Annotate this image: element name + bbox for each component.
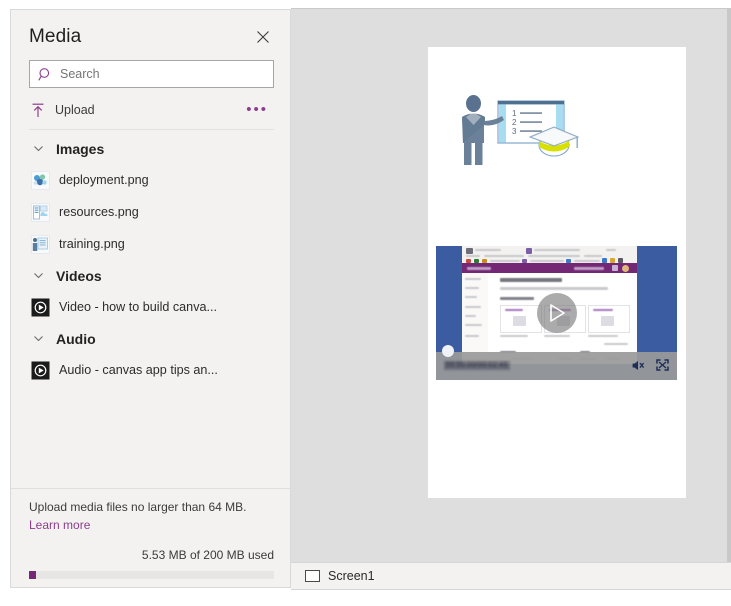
file-name: training.png (59, 237, 125, 251)
group-header-audio[interactable]: Audio (11, 323, 290, 354)
list-item[interactable]: Audio - canvas app tips an... (11, 354, 290, 386)
app-screen-canvas[interactable]: 1 2 3 (428, 47, 686, 498)
video-file-icon (31, 298, 50, 317)
group-title: Videos (56, 268, 102, 284)
video-control-bar[interactable]: 00:00:00/00:02:45 (436, 352, 677, 380)
file-name-text: training.png (59, 237, 125, 251)
more-options-button[interactable]: ••• (240, 103, 274, 117)
screen-tab-screen1[interactable]: Screen1 (291, 563, 375, 589)
file-name: Video - how to build canva... (59, 300, 217, 314)
page-title: Media (29, 26, 81, 48)
chevron-down-icon (33, 270, 44, 281)
video-time-label: 00:00:00/00:02:45 (444, 361, 510, 370)
file-name-text: Video - how to build canva... (59, 300, 217, 314)
fullscreen-icon[interactable] (656, 359, 669, 371)
upload-toolbar: Upload ••• (29, 93, 274, 130)
list-item[interactable]: resources.png (11, 196, 290, 228)
video-play-button[interactable] (537, 293, 577, 333)
video-player[interactable]: 00:00:00/00:02:45 (436, 246, 677, 380)
group-title: Audio (56, 331, 96, 347)
list-item[interactable]: training.png (11, 228, 290, 260)
upload-icon (31, 103, 45, 118)
canvas-workspace: 1 2 3 (291, 8, 731, 568)
power-apps-editor: 1 2 3 (0, 0, 731, 606)
group-header-videos[interactable]: Videos (11, 260, 290, 291)
file-name-text: deployment.png (59, 173, 149, 187)
storage-progress-fill (29, 571, 36, 579)
storage-progress-bar (29, 571, 274, 579)
training-image[interactable]: 1 2 3 (450, 87, 595, 177)
image-thumbnail-icon (31, 171, 50, 190)
svg-text:3: 3 (512, 127, 517, 136)
group-header-images[interactable]: Images (11, 133, 290, 164)
close-button[interactable] (250, 24, 276, 50)
media-panel-footer: Upload media files no larger than 64 MB.… (11, 488, 290, 587)
search-box[interactable] (29, 60, 274, 88)
screen-thumbnail-icon (305, 570, 320, 582)
svg-text:2: 2 (512, 118, 517, 127)
file-name: deployment.png (59, 173, 149, 187)
upload-label: Upload (55, 103, 95, 117)
upload-size-note: Upload media files no larger than 64 MB. (29, 499, 274, 516)
workspace-scrollbar[interactable] (727, 9, 731, 568)
recording-left-nav (462, 273, 489, 364)
search-icon (30, 67, 60, 82)
storage-usage-label: 5.53 MB of 200 MB used (29, 548, 274, 562)
audio-file-icon (31, 361, 50, 380)
screen-tab-bar: Screen1 (291, 562, 731, 590)
media-panel: Media (10, 9, 291, 588)
media-file-list: Images (11, 130, 290, 488)
mute-icon[interactable] (632, 360, 645, 371)
recording-browser-chrome (462, 246, 637, 264)
search-container (29, 60, 274, 88)
screen-tab-label: Screen1 (328, 569, 375, 583)
file-name-text: Audio - canvas app tips an... (59, 363, 218, 377)
image-thumbnail-icon (31, 235, 50, 254)
file-name: resources.png (59, 205, 139, 219)
recording-app-ribbon (462, 263, 637, 273)
close-icon (256, 30, 270, 44)
list-item[interactable]: deployment.png (11, 164, 290, 196)
file-name: Audio - canvas app tips an... (59, 363, 218, 377)
group-title: Images (56, 141, 104, 157)
chevron-down-icon (33, 143, 44, 154)
list-item[interactable]: Video - how to build canva... (11, 291, 290, 323)
search-input[interactable] (60, 67, 273, 81)
media-panel-header: Media (11, 10, 290, 54)
upload-button[interactable]: Upload (29, 101, 99, 120)
svg-text:1: 1 (512, 109, 517, 118)
file-name-text: resources.png (59, 205, 139, 219)
learn-more-link[interactable]: Learn more (29, 518, 90, 532)
play-icon (548, 303, 566, 323)
image-thumbnail-icon (31, 203, 50, 222)
video-seek-handle[interactable] (442, 345, 454, 357)
chevron-down-icon (33, 333, 44, 344)
